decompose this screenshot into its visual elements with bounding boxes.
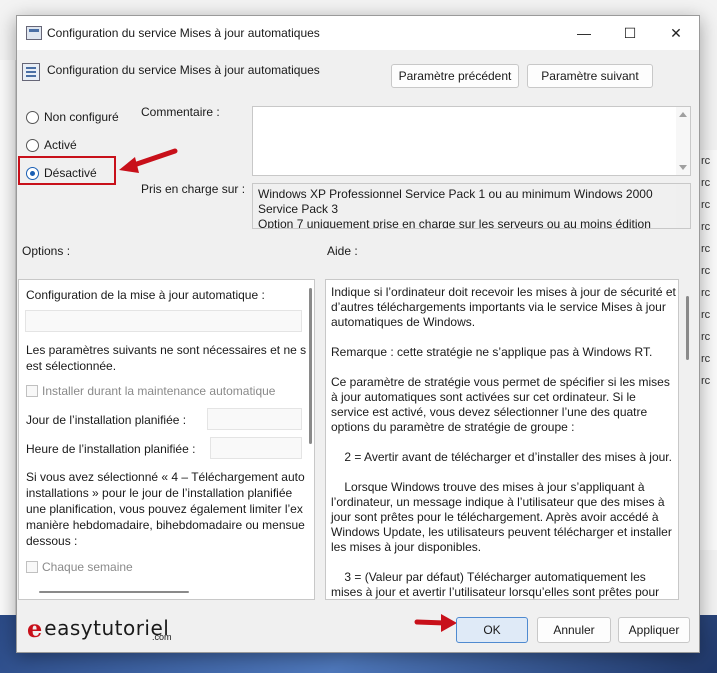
help-panel[interactable]: Indique si l’ordinateur doit recevoir le… xyxy=(325,279,679,600)
help-vertical-scrollbar[interactable] xyxy=(686,296,689,360)
info-line: manière hebdomadaire, bihebdomadaire ou … xyxy=(26,518,305,532)
background-tree-strip xyxy=(0,60,16,620)
watermark-logo: e easytutoriel .com xyxy=(27,613,172,643)
minimize-button[interactable]: — xyxy=(561,16,607,50)
info-line: une planification, vous pouvez également… xyxy=(26,502,303,516)
radio-enabled[interactable]: Activé xyxy=(26,136,77,154)
logo-brand: easytutoriel xyxy=(44,616,170,640)
checkbox-label: Chaque semaine xyxy=(42,560,133,574)
info-line: dessous : xyxy=(26,534,78,548)
title-bar: Configuration du service Mises à jour au… xyxy=(17,16,699,50)
maximize-button[interactable]: ☐ xyxy=(607,16,653,50)
configure-label: Configuration de la mise à jour automati… xyxy=(26,288,265,302)
checkbox-box xyxy=(26,561,38,573)
annotation-arrow-icon xyxy=(414,614,457,632)
checkbox-box xyxy=(26,385,38,397)
next-setting-button[interactable]: Paramètre suivant xyxy=(527,64,653,88)
note-line: est sélectionnée. xyxy=(26,359,117,373)
options-vertical-scrollbar[interactable] xyxy=(309,288,312,444)
options-panel[interactable]: Configuration de la mise à jour automati… xyxy=(18,279,315,600)
apply-button[interactable]: Appliquer xyxy=(618,617,690,643)
cancel-button[interactable]: Annuler xyxy=(537,617,611,643)
help-paragraph: Indique si l’ordinateur doit recevoir le… xyxy=(331,285,676,329)
configure-dropdown[interactable] xyxy=(25,310,302,332)
supported-line: Windows XP Professionnel Service Pack 1 … xyxy=(258,187,653,201)
supported-line: Service Pack 3 xyxy=(258,202,339,216)
install-maintenance-checkbox[interactable]: Installer durant la maintenance automati… xyxy=(26,383,275,399)
policy-icon xyxy=(26,26,42,40)
comment-label: Commentaire : xyxy=(141,105,220,119)
radio-circle xyxy=(26,110,39,124)
help-paragraph: 2 = Avertir avant de télécharger et d’in… xyxy=(331,450,672,464)
install-day-dropdown[interactable] xyxy=(207,408,302,430)
supported-line: Option 7 uniquement prise en charge sur … xyxy=(258,217,651,229)
info-line: Si vous avez sélectionné « 4 – Télécharg… xyxy=(26,470,305,484)
radio-circle xyxy=(26,138,39,152)
policy-setting-dialog: Configuration du service Mises à jour au… xyxy=(16,15,700,653)
ok-button[interactable]: OK xyxy=(456,617,528,643)
checkbox-label: Installer durant la maintenance automati… xyxy=(42,384,276,398)
radio-label: Non configuré xyxy=(44,110,119,124)
comment-scrollbar[interactable] xyxy=(676,107,690,175)
note-line: Les paramètres suivants ne sont nécessai… xyxy=(26,343,307,357)
radio-label: Activé xyxy=(44,138,77,152)
supported-on-label: Pris en charge sur : xyxy=(141,182,246,196)
help-paragraph: Lorsque Windows trouve des mises à jour … xyxy=(331,480,676,554)
window-title: Configuration du service Mises à jour au… xyxy=(47,26,320,40)
help-paragraph: Remarque : cette stratégie ne s’applique… xyxy=(331,345,653,359)
logo-suffix: .com xyxy=(152,632,172,642)
options-label: Options : xyxy=(22,244,71,258)
every-week-checkbox[interactable]: Chaque semaine xyxy=(26,559,133,575)
background-list-strip: rc rc rc rc rc rc rc rc rc rc rc xyxy=(699,150,717,550)
close-button[interactable]: ✕ xyxy=(653,16,699,50)
setting-title: Configuration du service Mises à jour au… xyxy=(47,63,320,77)
help-paragraph: 3 = (Valeur par défaut) Télécharger auto… xyxy=(331,570,660,599)
install-time-label: Heure de l’installation planifiée : xyxy=(26,442,196,456)
supported-scrollbar[interactable] xyxy=(676,184,690,228)
install-time-dropdown[interactable] xyxy=(210,437,302,459)
supported-on-text: Windows XP Professionnel Service Pack 1 … xyxy=(258,187,653,229)
logo-icon: e xyxy=(27,613,43,643)
setting-icon xyxy=(22,63,40,81)
supported-on-box: Windows XP Professionnel Service Pack 1 … xyxy=(252,183,691,229)
options-horizontal-scrollbar[interactable] xyxy=(39,591,189,593)
radio-not-configured[interactable]: Non configuré xyxy=(26,108,119,126)
previous-setting-button[interactable]: Paramètre précédent xyxy=(391,64,519,88)
help-paragraph: Ce paramètre de stratégie vous permet de… xyxy=(331,375,670,434)
help-text: Indique si l’ordinateur doit recevoir le… xyxy=(331,280,676,599)
info-line: installations » pour le jour de l’instal… xyxy=(26,486,293,500)
comment-textarea[interactable] xyxy=(252,106,691,176)
help-label: Aide : xyxy=(327,244,358,258)
annotation-arrow-icon xyxy=(119,148,178,173)
install-day-label: Jour de l’installation planifiée : xyxy=(26,413,187,427)
annotation-highlight-box xyxy=(18,156,116,185)
